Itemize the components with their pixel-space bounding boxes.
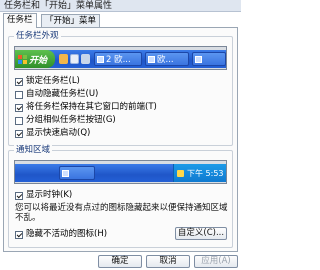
customize-button[interactable]: 自定义(C)... [175,227,227,240]
preview-clock: 下午 5:53 [187,168,224,178]
checkbox-box[interactable] [15,116,23,125]
checkbox-label: 自动隐藏任务栏(U) [26,89,99,99]
show-clock-checkbox[interactable]: 显示时钟(K) [15,190,72,201]
lock-taskbar-checkbox[interactable]: 锁定任务栏(L) [15,76,80,87]
checkbox-label: 显示快速启动(Q) [26,128,91,138]
keep-on-top-checkbox[interactable]: 将任务栏保持在其它窗口的前端(T) [15,102,157,113]
cancel-button[interactable]: 取消 [146,255,190,268]
hide-inactive-icons-checkbox[interactable]: 隐藏不活动的图标(H) [15,229,107,240]
quick-launch-desktop-icon [81,54,90,64]
window-icon [195,55,202,63]
window-icon [62,169,69,177]
window-title: 任务栏和「开始」菜单属性 [4,1,113,11]
tab-taskbar[interactable]: 任务栏 [3,13,37,28]
tab-panel: 任务栏外观 开始 2 欧... 欧... 锁定任务栏(L) 自动隐藏任务栏(U)… [3,27,238,252]
checkbox-box[interactable] [15,129,23,138]
checkbox-box[interactable] [15,90,23,99]
ok-button[interactable]: 确定 [98,255,142,268]
preview-task-button [192,52,226,66]
checkbox-box[interactable] [15,230,23,239]
preview-task-button [59,166,95,180]
checkbox-label: 隐藏不活动的图标(H) [26,229,108,239]
preview-start-button: 开始 [15,50,55,68]
notification-area-group: 通知区域 下午 5:53 显示时钟(K) 您可以将最近没有点过的图标隐藏起来以便… [8,145,233,248]
checkbox-box[interactable] [15,191,23,200]
notification-area-legend: 通知区域 [14,145,53,155]
preview-task-label: 2 欧... [106,55,131,65]
preview-taskbar: 开始 2 欧... 欧... [15,50,226,68]
preview-task-button: 2 欧... [94,52,142,66]
window-icon [148,55,155,63]
preview-taskbar: 下午 5:53 [15,164,226,182]
taskbar-appearance-legend: 任务栏外观 [14,31,61,41]
checkbox-label: 锁定任务栏(L) [26,76,80,86]
quick-launch-ie-icon [70,54,79,64]
tray-volume-icon [177,169,184,177]
quick-launch-folder-icon [59,54,68,64]
checkbox-box[interactable] [15,77,23,86]
preview-task-button: 欧... [145,52,189,66]
notification-preview: 下午 5:53 [14,160,227,184]
dialog-button-bar: 确定 取消 应用(A) [0,253,241,270]
windows-flag-icon [18,54,27,64]
quick-launch-checkbox[interactable]: 显示快速启动(Q) [15,128,90,139]
checkbox-label: 将任务栏保持在其它窗口的前端(T) [26,102,157,112]
tab-start-menu[interactable]: 「开始」菜单 [41,14,101,27]
preview-tray: 下午 5:53 [173,164,226,182]
notification-description: 您可以将最近没有点过的图标隐藏起来以便保持通知区域不乱。 [15,203,228,223]
title-bar: 任务栏和「开始」菜单属性 [0,0,241,12]
checkbox-label: 显示时钟(K) [26,190,73,200]
taskbar-preview: 开始 2 欧... 欧... [14,46,227,70]
preview-task-label: 欧... [157,55,174,65]
checkbox-box[interactable] [15,103,23,112]
tab-strip: 任务栏 「开始」菜单 [3,13,238,28]
taskbar-appearance-group: 任务栏外观 开始 2 欧... 欧... 锁定任务栏(L) 自动隐藏任务栏(U)… [8,31,233,146]
checkbox-label: 分组相似任务栏按钮(G) [26,115,116,125]
group-buttons-checkbox[interactable]: 分组相似任务栏按钮(G) [15,115,116,126]
auto-hide-checkbox[interactable]: 自动隐藏任务栏(U) [15,89,98,100]
window-icon [97,55,104,63]
preview-start-label: 开始 [29,55,48,66]
apply-button[interactable]: 应用(A) [194,255,238,268]
